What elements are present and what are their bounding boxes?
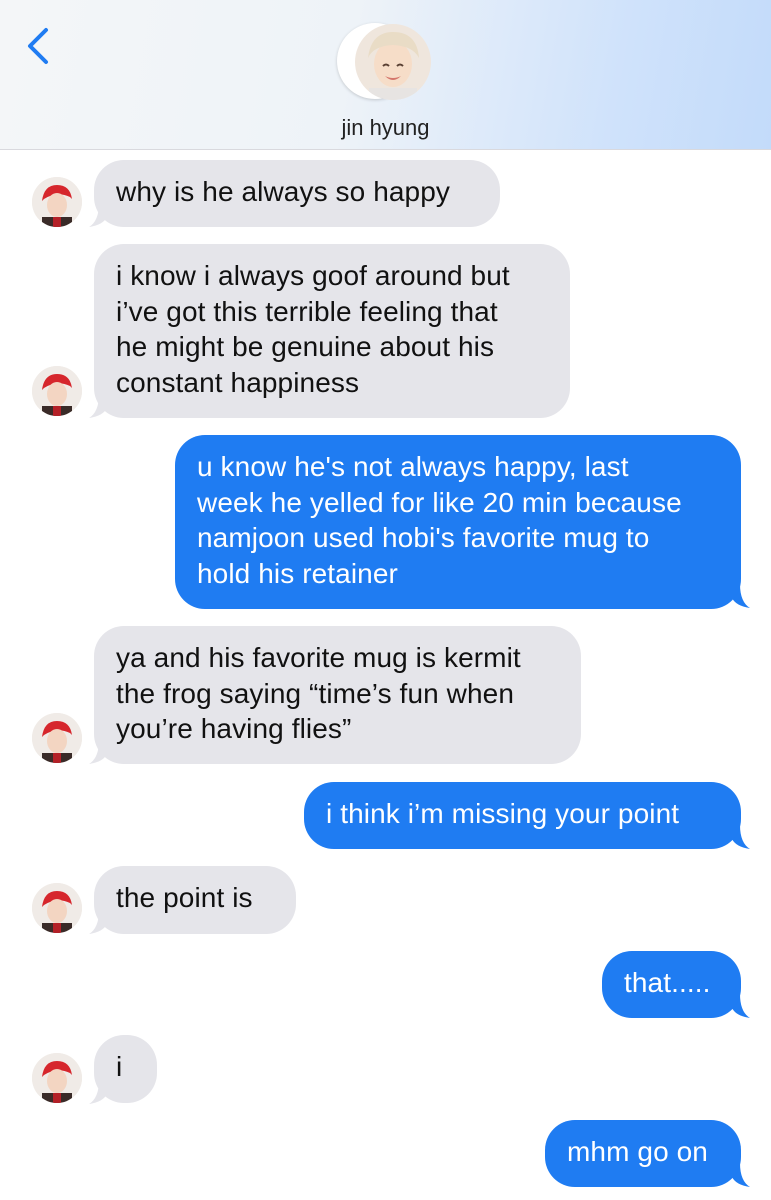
contact-name[interactable]: jin hyung xyxy=(0,115,771,141)
message-bubble-outgoing[interactable]: i think i’m missing your point xyxy=(304,782,741,849)
contact-avatar[interactable] xyxy=(32,1053,82,1103)
conversation-header: jin hyung xyxy=(0,0,771,150)
message-bubble-incoming[interactable]: the point is xyxy=(94,866,296,934)
contact-avatar[interactable] xyxy=(32,177,82,227)
message-bubble-outgoing[interactable]: u know he's not always happy, last week … xyxy=(175,435,741,609)
contact-avatar[interactable] xyxy=(32,713,82,763)
contact-avatar[interactable] xyxy=(32,883,82,933)
message-bubble-outgoing[interactable]: mhm go on xyxy=(545,1120,741,1187)
contact-avatar[interactable] xyxy=(32,366,82,416)
message-bubble-outgoing[interactable]: that..... xyxy=(602,951,741,1018)
chat-screen: jin hyung why is he always so happy i kn… xyxy=(0,0,771,1200)
chevron-left-icon xyxy=(28,28,48,64)
back-button[interactable] xyxy=(22,26,58,66)
message-bubble-incoming[interactable]: ya and his favorite mug is kermit the fr… xyxy=(94,626,581,764)
message-bubble-incoming[interactable]: why is he always so happy xyxy=(94,160,500,227)
message-bubble-incoming[interactable]: i know i always goof around but i’ve got… xyxy=(94,244,570,418)
message-bubble-incoming[interactable]: i xyxy=(94,1035,157,1103)
contact-photo xyxy=(355,24,431,100)
contact-avatar-button[interactable] xyxy=(337,23,433,101)
